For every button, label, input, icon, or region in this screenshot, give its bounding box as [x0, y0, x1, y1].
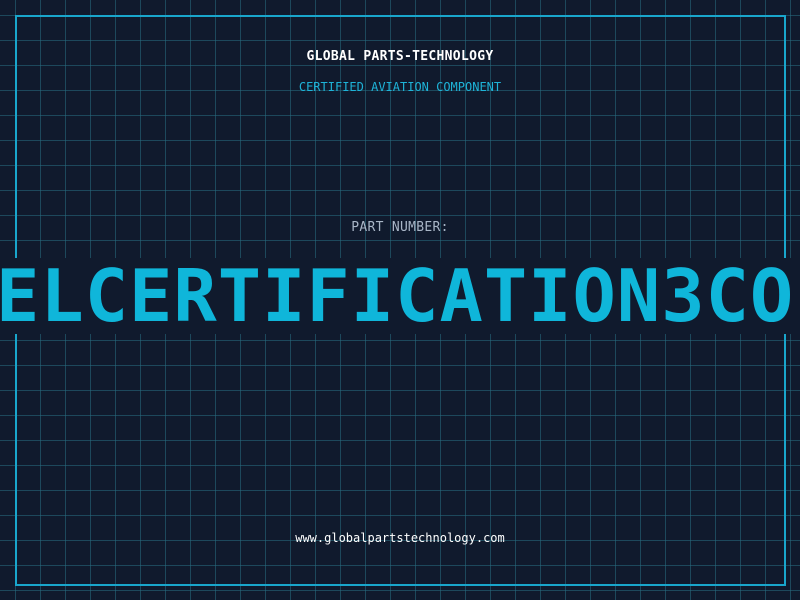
part-number-value: ELCERTIFICATION3CO: [0, 258, 795, 334]
certification-subtitle: CERTIFIED AVIATION COMPONENT: [298, 80, 502, 94]
part-number-band: ELCERTIFICATION3CO: [0, 258, 800, 334]
certificate-canvas: GLOBAL PARTS-TECHNOLOGY CERTIFIED AVIATI…: [0, 0, 800, 600]
company-name: GLOBAL PARTS-TECHNOLOGY: [306, 49, 494, 64]
website-url: www.globalpartstechnology.com: [295, 531, 505, 545]
part-number-label: PART NUMBER:: [351, 220, 449, 235]
